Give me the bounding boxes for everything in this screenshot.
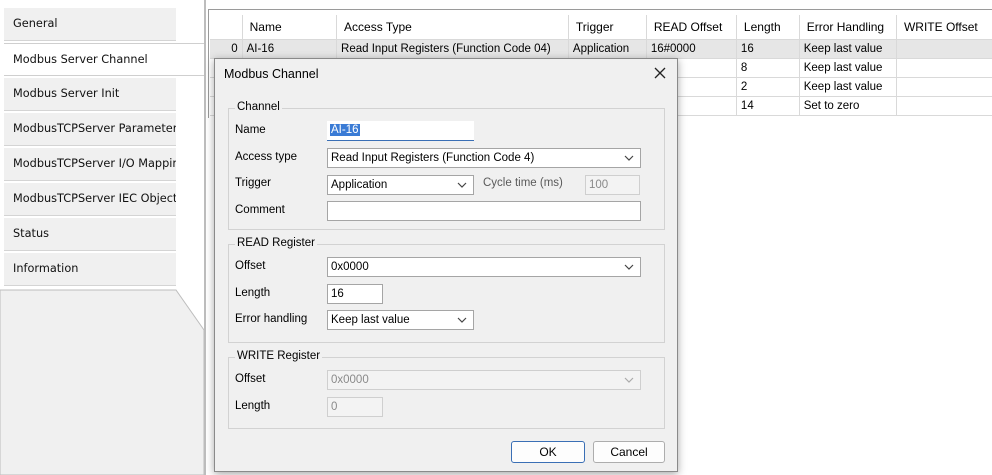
column-header-access-type[interactable]: Access Type [336, 15, 569, 40]
write-offset-select[interactable]: 0x0000 [327, 370, 641, 390]
tab-label: ModbusTCPServer Parameters [13, 122, 176, 135]
tab-label: Status [13, 227, 49, 240]
write-length-input[interactable]: 0 [327, 397, 383, 417]
cycle-time-label: Cycle time (ms) [483, 177, 563, 189]
channel-group-title: Channel [235, 101, 282, 113]
cycle-time-value: 100 [589, 179, 609, 191]
column-header-length[interactable]: Length [736, 15, 800, 40]
column-header-error-handling[interactable]: Error Handling [799, 15, 897, 40]
tab-modbustcpserver-parameters[interactable]: ModbusTCPServer Parameters [4, 113, 176, 146]
write-length-label: Length [235, 400, 271, 412]
row-error-handling: Keep last value [799, 58, 897, 78]
cycle-time-input[interactable]: 100 [585, 175, 640, 195]
error-handling-select[interactable]: Keep last value [327, 310, 474, 330]
tab-general[interactable]: General [4, 8, 176, 41]
tab-modbus-server-channel[interactable]: Modbus Server Channel [4, 43, 204, 76]
tab-modbustcpserver-iec-objects[interactable]: ModbusTCPServer IEC Objects [4, 183, 176, 216]
access-type-value: Read Input Registers (Function Code 4) [331, 152, 535, 164]
tab-label: ModbusTCPServer I/O Mapping [13, 157, 176, 170]
row-write-offset [896, 77, 992, 97]
row-read-offset: 16#0000 [646, 39, 737, 59]
column-header-write-offset[interactable]: WRITE Offset [896, 15, 992, 40]
write-offset-value: 0x0000 [331, 374, 369, 386]
chevron-down-icon [624, 155, 634, 161]
row-error-handling: Keep last value [799, 39, 897, 59]
dialog-title: Modbus Channel [224, 67, 319, 81]
row-length: 2 [736, 77, 800, 97]
row-length: 14 [736, 96, 800, 116]
read-length-value: 16 [331, 288, 344, 300]
table-header-row: Name Access Type Trigger READ Offset Len… [210, 15, 992, 40]
row-length: 8 [736, 58, 800, 78]
tab-label: ModbusTCPServer IEC Objects [13, 192, 176, 205]
tab-label: General [13, 17, 58, 30]
name-label: Name [235, 124, 266, 136]
column-header-trigger[interactable]: Trigger [568, 15, 647, 40]
row-error-handling: Set to zero [799, 96, 897, 116]
row-name: AI-16 [242, 39, 338, 59]
comment-input[interactable] [327, 201, 641, 221]
row-error-handling: Keep last value [799, 77, 897, 97]
tab-modbus-server-init[interactable]: Modbus Server Init [4, 78, 176, 111]
column-header-name[interactable]: Name [242, 15, 338, 40]
row-write-offset [896, 39, 992, 59]
read-offset-select[interactable]: 0x0000 [327, 257, 641, 277]
column-header-index [210, 15, 243, 40]
table-row[interactable]: 0 AI-16 Read Input Registers (Function C… [210, 39, 992, 59]
row-index: 0 [210, 39, 243, 59]
chevron-down-icon [624, 264, 634, 270]
row-write-offset [896, 58, 992, 78]
tab-label: Information [13, 262, 79, 275]
row-length: 16 [736, 39, 800, 59]
ok-button[interactable]: OK [511, 441, 585, 463]
write-length-value: 0 [331, 401, 338, 413]
chevron-down-icon [624, 377, 634, 383]
column-header-read-offset[interactable]: READ Offset [646, 15, 737, 40]
name-input-value: AI-16 [330, 124, 360, 136]
tab-label: Modbus Server Channel [13, 53, 148, 66]
write-offset-label: Offset [235, 373, 266, 385]
row-trigger: Application [568, 39, 647, 59]
tab-modbustcpserver-io-mapping[interactable]: ModbusTCPServer I/O Mapping [4, 148, 176, 181]
row-write-offset [896, 96, 992, 116]
trigger-value: Application [331, 179, 388, 191]
tab-information[interactable]: Information [4, 253, 176, 286]
cancel-button[interactable]: Cancel [593, 441, 665, 463]
chevron-down-icon [457, 182, 467, 188]
trigger-select[interactable]: Application [327, 175, 474, 195]
name-input[interactable]: AI-16 [327, 121, 474, 141]
access-type-label: Access type [235, 151, 297, 163]
read-length-input[interactable]: 16 [327, 284, 383, 304]
access-type-select[interactable]: Read Input Registers (Function Code 4) [327, 148, 641, 168]
tab-label: Modbus Server Init [13, 87, 120, 100]
trigger-label: Trigger [235, 177, 271, 189]
read-length-label: Length [235, 287, 271, 299]
tab-strip: General Modbus Server Channel Modbus Ser… [0, 0, 204, 475]
error-handling-label: Error handling [235, 313, 308, 325]
read-offset-value: 0x0000 [331, 261, 369, 273]
write-register-group-title: WRITE Register [235, 350, 323, 362]
tab-status[interactable]: Status [4, 218, 176, 251]
error-handling-value: Keep last value [331, 314, 410, 326]
comment-label: Comment [235, 204, 285, 216]
read-offset-label: Offset [235, 260, 266, 272]
close-icon[interactable] [650, 63, 670, 83]
row-access-type: Read Input Registers (Function Code 04) [336, 39, 569, 59]
modbus-channel-dialog: Modbus Channel Channel Name AI-16 Access… [214, 58, 678, 472]
write-register-group: WRITE Register [228, 350, 665, 429]
chevron-down-icon [457, 317, 467, 323]
read-register-group-title: READ Register [235, 237, 317, 249]
